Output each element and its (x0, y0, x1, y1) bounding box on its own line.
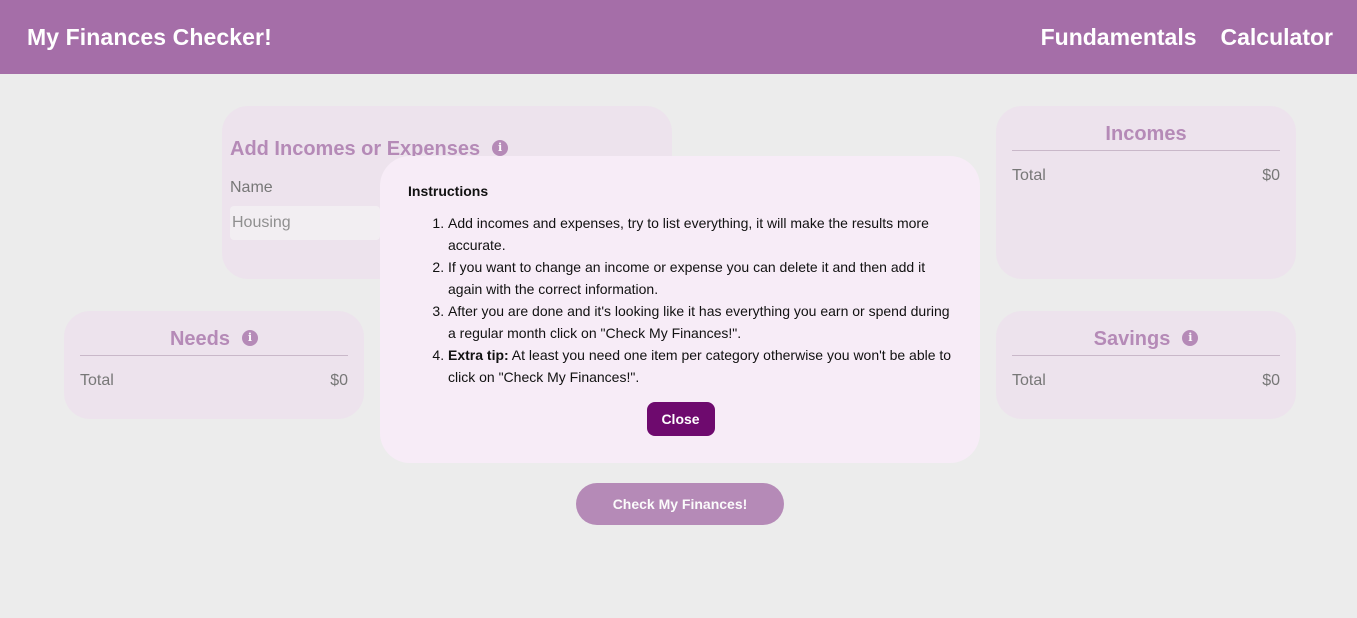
savings-title-text: Savings (1093, 328, 1171, 350)
info-icon[interactable]: i (1182, 329, 1199, 346)
savings-card: Savings i Total $0 (996, 311, 1296, 419)
incomes-title: Incomes (1105, 123, 1187, 145)
total-value: $0 (1262, 167, 1280, 184)
needs-title-text: Needs (169, 328, 231, 350)
close-button[interactable]: Close (646, 402, 715, 436)
divider (1012, 150, 1280, 151)
instruction-item: If you want to change an income or expen… (448, 256, 953, 300)
total-value: $0 (330, 372, 348, 389)
instructions-list: Add incomes and expenses, try to list ev… (408, 212, 953, 388)
needs-card: Needs i Total $0 (64, 311, 364, 419)
check-my-finances-button[interactable]: Check My Finances! (576, 483, 784, 525)
name-input[interactable] (230, 206, 380, 240)
instruction-item: Add incomes and expenses, try to list ev… (448, 212, 953, 256)
info-icon[interactable]: i (242, 329, 259, 346)
info-icon[interactable]: i (492, 139, 509, 156)
tip-label: Extra tip: (448, 347, 509, 363)
savings-total-row: Total $0 (1012, 372, 1280, 390)
incomes-card: Incomes Total $0 (996, 106, 1296, 279)
instructions-modal: Instructions Add incomes and expenses, t… (380, 156, 980, 463)
instruction-item-tip: Extra tip: At least you need one item pe… (448, 344, 953, 388)
total-label: Total (80, 372, 114, 389)
divider (80, 355, 348, 356)
modal-title: Instructions (408, 183, 489, 199)
instruction-item: After you are done and it's looking like… (448, 300, 953, 344)
total-label: Total (1012, 372, 1046, 389)
app-brand[interactable]: My Finances Checker! (27, 24, 272, 51)
main-nav: Fundamentals Calculator (1041, 24, 1333, 51)
savings-title: Savings i (1012, 328, 1280, 351)
total-label: Total (1012, 167, 1046, 184)
needs-total-row: Total $0 (80, 372, 348, 390)
divider (1012, 355, 1280, 356)
nav-fundamentals[interactable]: Fundamentals (1041, 24, 1197, 51)
top-navbar: My Finances Checker! Fundamentals Calcul… (0, 0, 1357, 74)
tip-text: At least you need one item per category … (448, 347, 952, 385)
nav-calculator[interactable]: Calculator (1221, 24, 1333, 51)
total-value: $0 (1262, 372, 1280, 389)
incomes-total-row: Total $0 (1012, 167, 1280, 185)
needs-title: Needs i (80, 328, 348, 351)
